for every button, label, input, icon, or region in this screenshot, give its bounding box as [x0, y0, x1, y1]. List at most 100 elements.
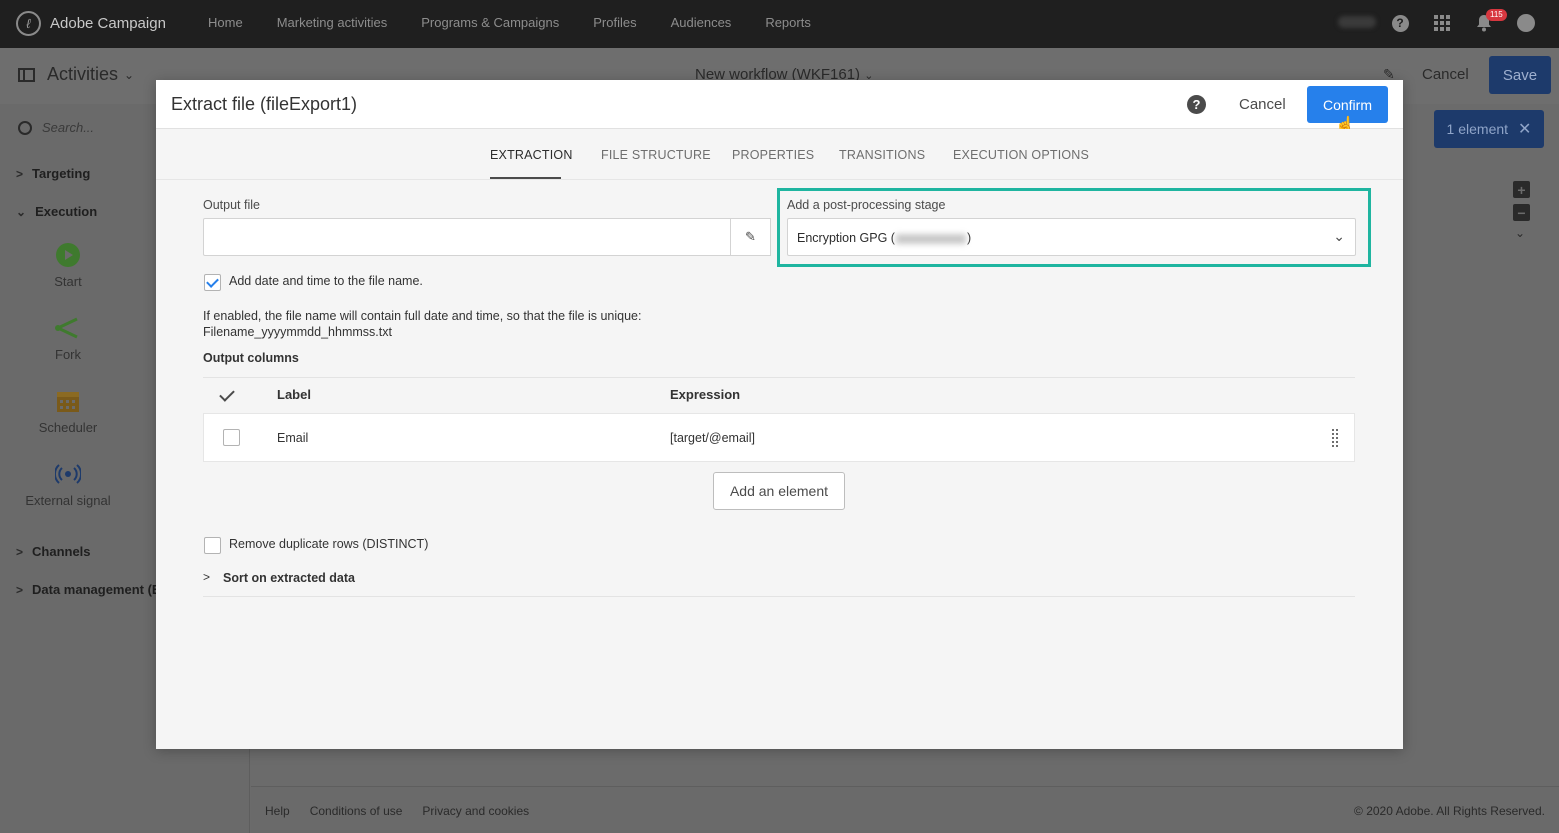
- post-processing-select[interactable]: Encryption GPG () ⌄: [787, 218, 1356, 256]
- chevron-right-icon: >: [16, 582, 24, 597]
- tab-execution-options[interactable]: EXECUTION OPTIONS: [953, 148, 1089, 162]
- category-label: Execution: [35, 204, 98, 219]
- footer-links: Help Conditions of use Privacy and cooki…: [265, 804, 549, 818]
- column-header-expression[interactable]: Expression: [670, 387, 740, 402]
- fork-icon: [55, 315, 81, 341]
- tab-transitions[interactable]: TRANSITIONS: [839, 148, 925, 162]
- info-line-1: If enabled, the file name will contain f…: [203, 309, 642, 323]
- top-nav: Home Marketing activities Programs & Cam…: [208, 15, 845, 30]
- column-header-label[interactable]: Label: [277, 387, 311, 402]
- workflow-cancel-button[interactable]: Cancel: [1422, 66, 1469, 83]
- nav-audiences[interactable]: Audiences: [671, 15, 732, 30]
- category-execution[interactable]: ⌄ Execution: [16, 204, 97, 219]
- activity-search[interactable]: Search...: [18, 120, 94, 135]
- columns-table-header: Label Expression: [203, 377, 1355, 413]
- selection-count-button[interactable]: 1 element ✕: [1434, 110, 1544, 148]
- sort-label: Sort on extracted data: [223, 571, 355, 585]
- close-icon[interactable]: ✕: [1518, 119, 1531, 139]
- dialog-title: Extract file (fileExport1): [171, 94, 358, 114]
- tab-bar: EXTRACTION FILE STRUCTURE PROPERTIES TRA…: [156, 129, 1403, 180]
- help-icon[interactable]: ?: [1187, 95, 1206, 114]
- category-targeting[interactable]: > Targeting: [16, 166, 90, 181]
- tab-file-structure[interactable]: FILE STRUCTURE: [601, 148, 711, 162]
- edit-pencil-icon[interactable]: ✎: [731, 218, 771, 256]
- footer-conditions-link[interactable]: Conditions of use: [310, 804, 403, 818]
- table-row[interactable]: Email [target/@email]: [203, 413, 1355, 462]
- category-data-management[interactable]: > Data management (ET: [16, 582, 169, 597]
- output-file-field[interactable]: [203, 218, 731, 256]
- add-element-button[interactable]: Add an element: [713, 472, 845, 510]
- active-tab-indicator: [490, 177, 561, 179]
- apps-grid-icon[interactable]: [1432, 13, 1452, 33]
- copyright: © 2020 Adobe. All Rights Reserved.: [1354, 804, 1545, 818]
- selection-count-label: 1 element: [1446, 121, 1509, 137]
- drag-handle-icon[interactable]: [1332, 429, 1338, 447]
- post-processing-suffix: ): [966, 231, 972, 245]
- category-label: Channels: [32, 544, 91, 559]
- activity-external-signal[interactable]: External signal: [0, 461, 136, 508]
- nav-reports[interactable]: Reports: [765, 15, 811, 30]
- post-processing-value: Encryption GPG (): [797, 231, 971, 245]
- extract-file-dialog: Extract file (fileExport1) ? Cancel Conf…: [156, 80, 1403, 749]
- chevron-right-icon: >: [203, 570, 211, 584]
- brand-name: Adobe Campaign: [50, 15, 166, 32]
- zoom-out-icon[interactable]: −: [1513, 204, 1530, 221]
- top-bar: ℓ Adobe Campaign Home Marketing activiti…: [0, 0, 1559, 48]
- activity-fork[interactable]: Fork: [0, 315, 136, 362]
- start-icon: [55, 242, 81, 268]
- activity-label: Start: [54, 274, 82, 289]
- row-label: Email: [277, 431, 309, 445]
- zoom-in-icon[interactable]: +: [1513, 181, 1530, 198]
- chevron-down-icon: ⌄: [1333, 228, 1345, 244]
- chevron-down-icon: ⌄: [124, 67, 135, 82]
- tab-properties[interactable]: PROPERTIES: [732, 148, 814, 162]
- chevron-down-icon: ⌄: [16, 204, 27, 219]
- activity-label: Fork: [55, 347, 81, 362]
- notification-count-badge: 115: [1486, 9, 1507, 21]
- add-date-checkbox[interactable]: [204, 274, 221, 291]
- activities-title: Activities: [47, 64, 119, 84]
- footer-help-link[interactable]: Help: [265, 804, 290, 818]
- category-label: Data management (ET: [32, 582, 169, 597]
- workflow-save-button[interactable]: Save: [1489, 56, 1551, 94]
- help-icon[interactable]: ?: [1390, 13, 1410, 33]
- select-all-check-icon[interactable]: [219, 386, 235, 402]
- panel-icon: [18, 67, 35, 82]
- category-label: Targeting: [32, 166, 91, 181]
- tab-extraction[interactable]: EXTRACTION: [490, 148, 573, 162]
- remove-duplicates-label: Remove duplicate rows (DISTINCT): [229, 537, 429, 551]
- adobe-campaign-logo-icon: ℓ: [16, 11, 41, 36]
- remove-duplicates-checkbox[interactable]: [204, 537, 221, 554]
- external-signal-icon: [53, 461, 83, 487]
- footer-privacy-link[interactable]: Privacy and cookies: [422, 804, 529, 818]
- nav-profiles[interactable]: Profiles: [593, 15, 636, 30]
- row-checkbox[interactable]: [223, 429, 240, 446]
- cancel-button[interactable]: Cancel: [1239, 96, 1286, 113]
- post-processing-prefix: Encryption GPG (: [797, 231, 895, 245]
- info-text: If enabled, the file name will contain f…: [203, 308, 641, 340]
- search-icon: [18, 120, 32, 135]
- output-columns-title: Output columns: [203, 351, 299, 365]
- search-input[interactable]: Search...: [42, 120, 94, 135]
- scheduler-calendar-icon: [55, 388, 81, 414]
- user-avatar-icon[interactable]: [1516, 13, 1536, 33]
- activity-start[interactable]: Start: [0, 242, 136, 289]
- nav-marketing-activities[interactable]: Marketing activities: [277, 15, 388, 30]
- category-channels[interactable]: > Channels: [16, 544, 91, 559]
- nav-home[interactable]: Home: [208, 15, 243, 30]
- chevron-right-icon: >: [16, 166, 24, 181]
- activities-panel-toggle[interactable]: Activities ⌄: [18, 64, 134, 85]
- user-name-blurred: [1338, 16, 1376, 28]
- output-file-label: Output file: [203, 198, 260, 212]
- chevron-right-icon: >: [16, 544, 24, 559]
- blurred-key-name: [895, 233, 966, 244]
- brand[interactable]: ℓ Adobe Campaign: [16, 11, 166, 36]
- chevron-down-icon[interactable]: ⌄: [1515, 226, 1525, 240]
- post-processing-label: Add a post-processing stage: [787, 198, 946, 212]
- activity-scheduler[interactable]: Scheduler: [0, 388, 136, 435]
- nav-programs-campaigns[interactable]: Programs & Campaigns: [421, 15, 559, 30]
- row-expression: [target/@email]: [670, 431, 755, 445]
- activity-label: Scheduler: [38, 420, 98, 435]
- activity-label: External signal: [25, 493, 111, 508]
- sort-section-toggle[interactable]: > Sort on extracted data: [203, 570, 1355, 597]
